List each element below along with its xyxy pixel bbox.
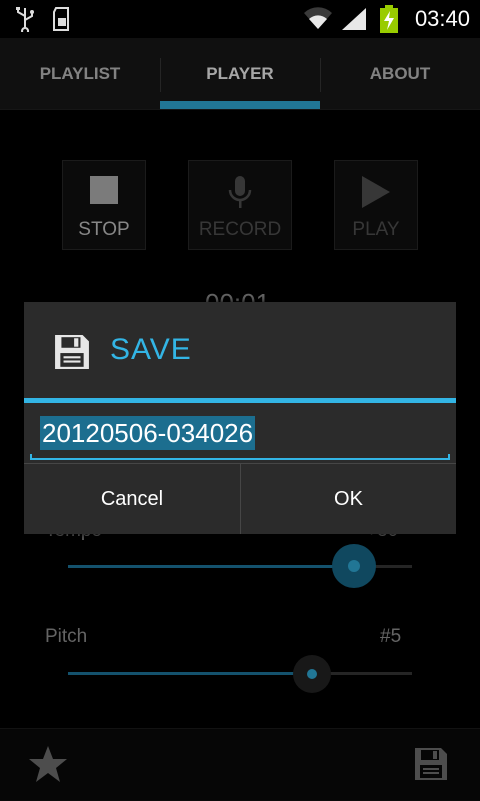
cancel-button[interactable]: Cancel <box>24 464 240 534</box>
ok-button[interactable]: OK <box>241 464 456 534</box>
sd-card-icon <box>53 7 69 31</box>
battery-charging-icon <box>380 5 398 33</box>
usb-icon <box>16 7 34 32</box>
cancel-label: Cancel <box>100 487 164 510</box>
input-underline-tick <box>448 454 450 460</box>
signal-icon <box>342 8 366 30</box>
ok-label: OK <box>334 487 363 510</box>
filename-input-value[interactable]: 20120506-034026 <box>40 416 256 450</box>
input-underline-tick <box>30 454 32 460</box>
wifi-icon <box>304 7 332 30</box>
clock: 03:40 <box>414 6 470 31</box>
floppy-disk-icon <box>55 335 89 369</box>
filename-input[interactable]: 20120506-034026 <box>30 414 450 460</box>
dialog-title-divider <box>24 398 456 403</box>
dialog-title: SAVE <box>110 333 192 366</box>
save-dialog: SAVE 20120506-034026 Cancel OK <box>24 302 456 534</box>
input-underline <box>30 458 450 460</box>
status-bar: 03:40 <box>0 0 480 38</box>
